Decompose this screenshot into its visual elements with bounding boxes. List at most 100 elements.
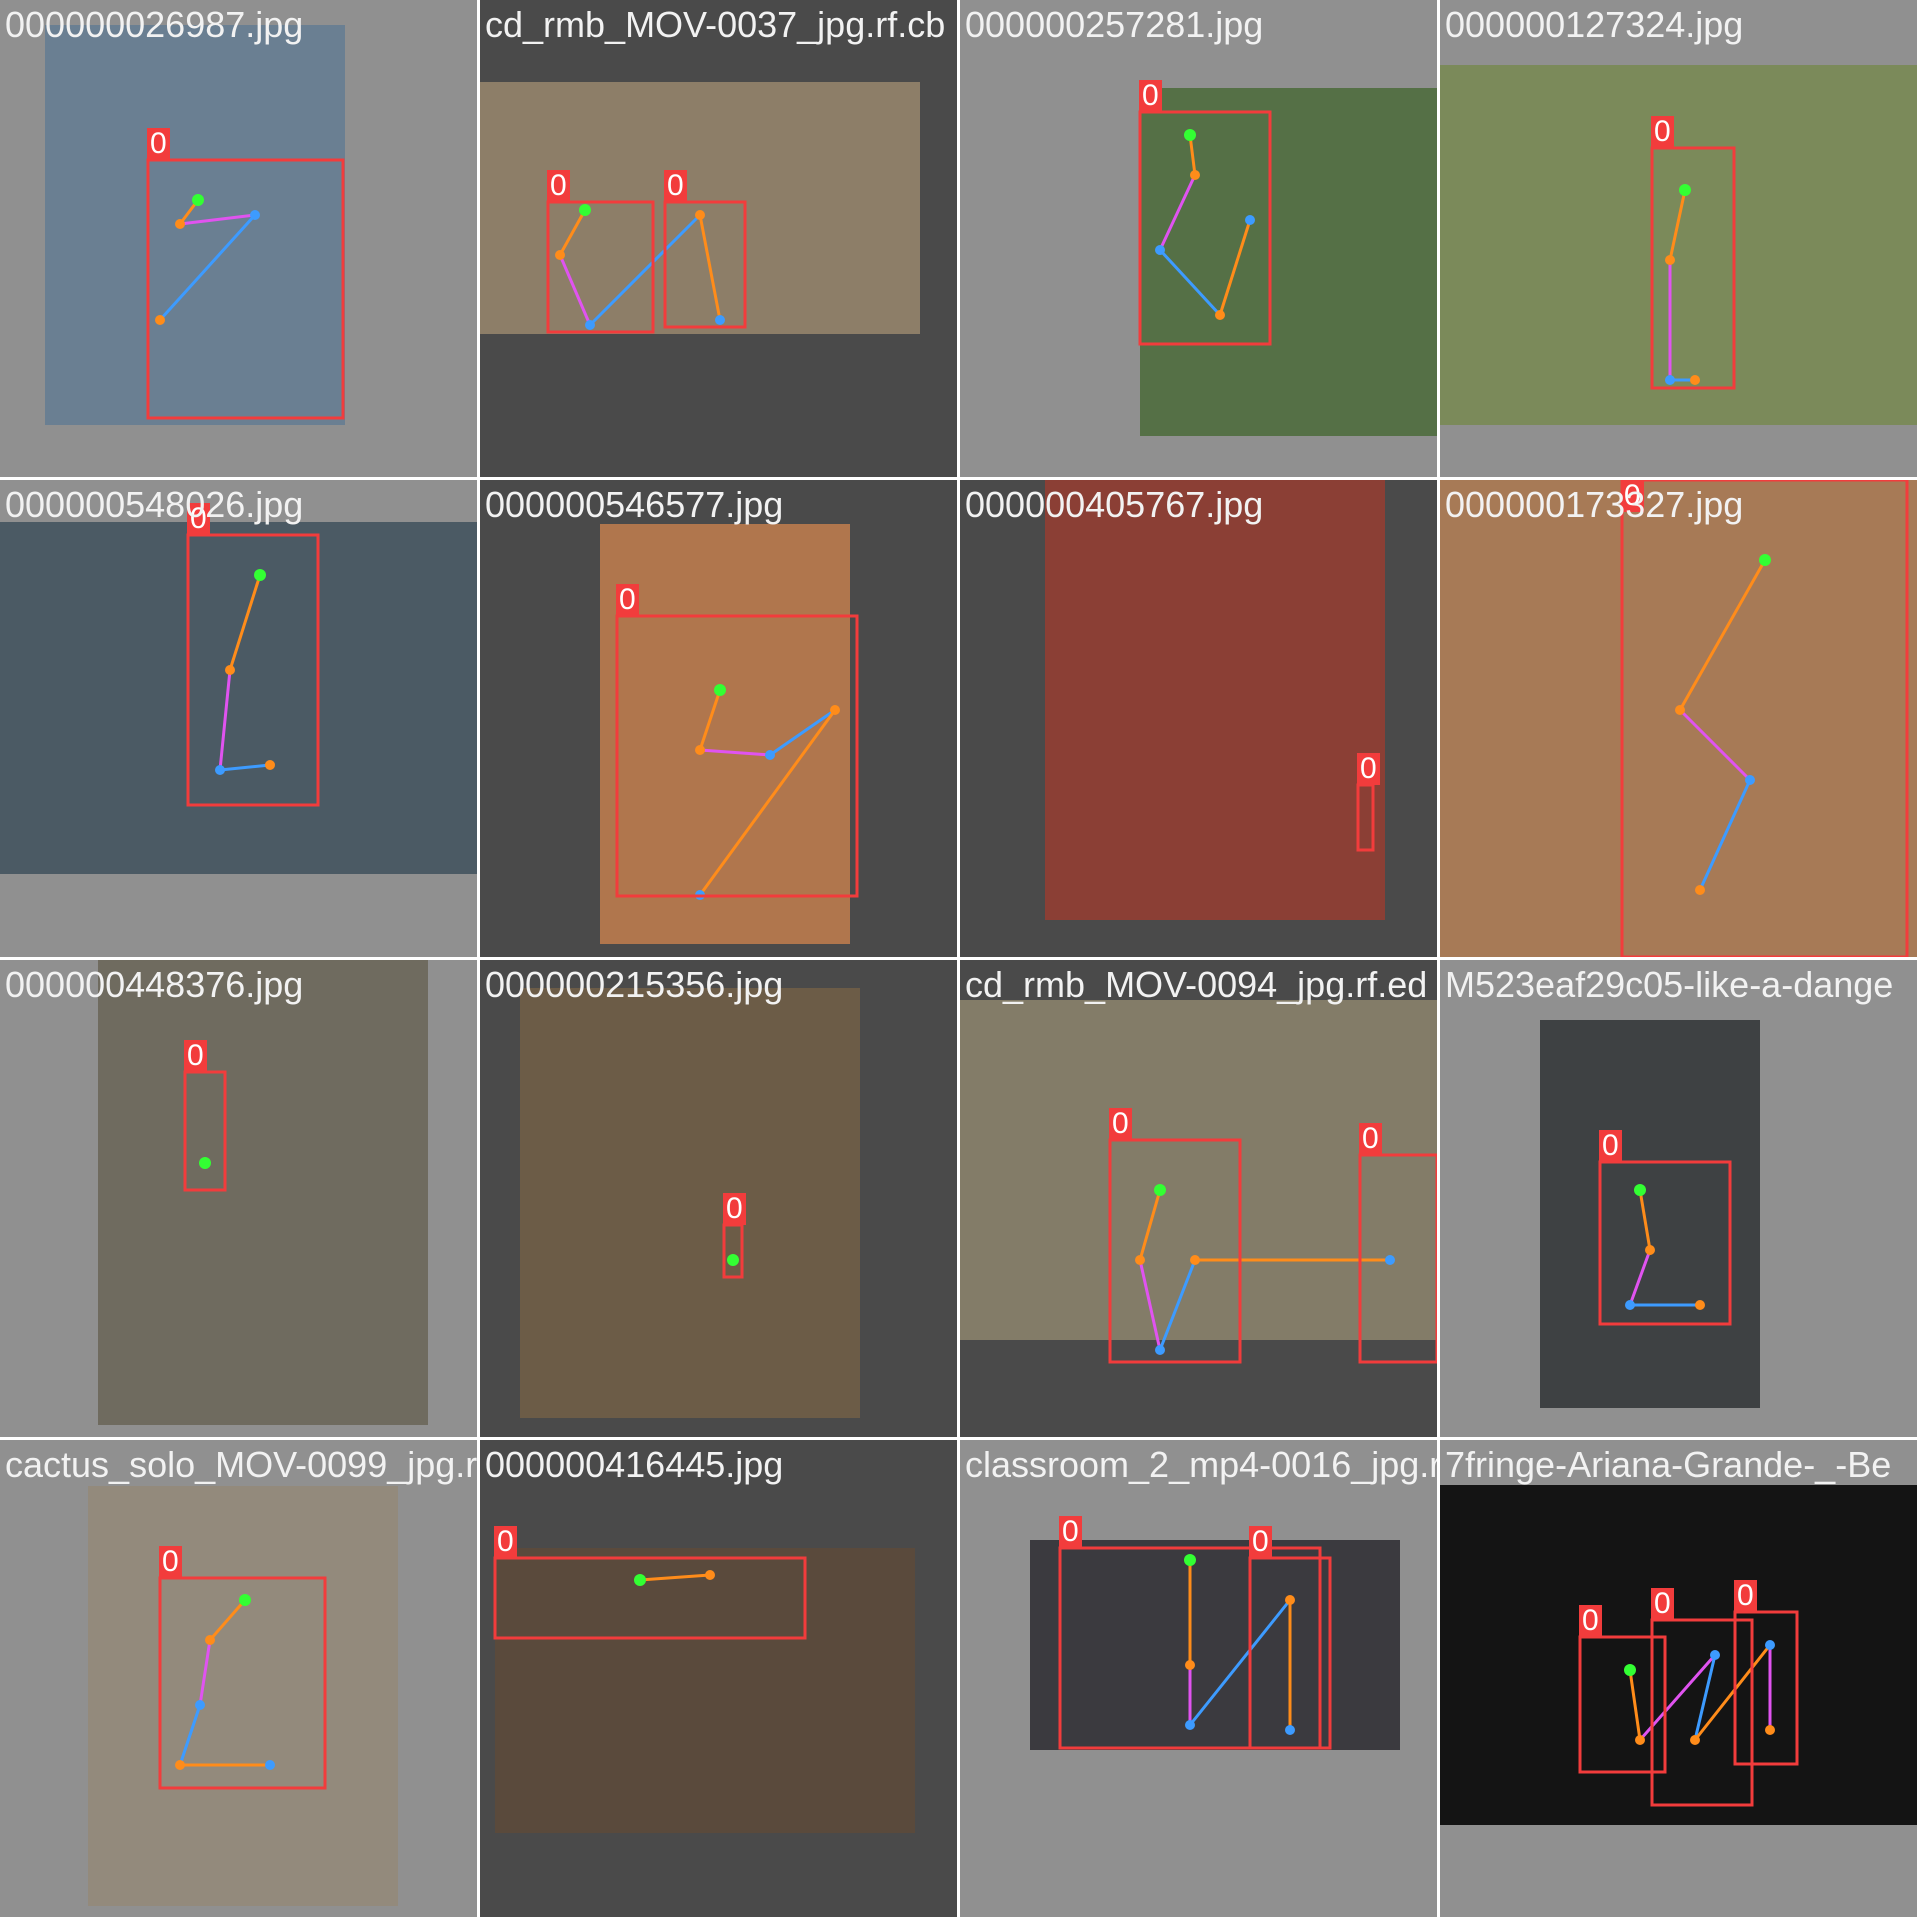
keypoint xyxy=(195,1700,205,1710)
tile-canvas xyxy=(1138,88,1437,436)
class-label-tag: 0 xyxy=(147,128,170,160)
keypoint xyxy=(1645,1245,1655,1255)
class-label-tag: 0 xyxy=(547,170,570,202)
keypoint xyxy=(265,760,275,770)
keypoint xyxy=(1675,705,1685,715)
class-label-tag: 0 xyxy=(1734,1580,1757,1612)
keypoint xyxy=(1155,245,1165,255)
tile-photo xyxy=(98,960,428,1425)
tile-canvas xyxy=(88,1486,398,1906)
keypoint xyxy=(714,684,726,696)
mosaic-tile: 0 000000416445.jpg xyxy=(480,1440,957,1917)
class-label-tag: 0 xyxy=(1357,753,1380,785)
keypoint xyxy=(239,1594,251,1606)
tile-photo xyxy=(960,1000,1437,1340)
class-label-tag: 0 xyxy=(184,1040,207,1072)
keypoint xyxy=(765,750,775,760)
tile-canvas xyxy=(0,522,477,874)
keypoint xyxy=(250,210,260,220)
mosaic-tile: 0 000000548026.jpg xyxy=(0,480,477,957)
mosaic-tile: 0 0 cd_rmb_MOV-0094_jpg.rf.ed xyxy=(960,960,1437,1437)
keypoint xyxy=(1185,1660,1195,1670)
keypoint xyxy=(1135,1255,1145,1265)
mosaic-tile: 0 0 cd_rmb_MOV-0037_jpg.rf.cb xyxy=(480,0,957,477)
tile-canvas xyxy=(1440,65,1917,425)
mosaic-tile: 0 000000127324.jpg xyxy=(1440,0,1917,477)
keypoint xyxy=(1625,1300,1635,1310)
class-label-tag: 0 xyxy=(616,584,639,616)
keypoint xyxy=(555,250,565,260)
keypoint xyxy=(1385,1255,1395,1265)
mosaic-tile: 0 000000173327.jpg xyxy=(1440,480,1917,957)
class-label-tag: 0 xyxy=(664,170,687,202)
keypoint xyxy=(155,315,165,325)
keypoint xyxy=(1690,375,1700,385)
tile-canvas xyxy=(45,25,345,425)
tile-photo xyxy=(1440,480,1917,957)
class-label-tag: 0 xyxy=(723,1193,746,1225)
class-label-tag: 0 xyxy=(1621,480,1644,512)
keypoint xyxy=(715,315,725,325)
keypoint xyxy=(1190,170,1200,180)
mosaic-tile: 0 000000448376.jpg xyxy=(0,960,477,1437)
tile-photo xyxy=(88,1486,398,1906)
keypoint xyxy=(199,1157,211,1169)
keypoint xyxy=(1634,1184,1646,1196)
mosaic-tile: 0 cactus_solo_MOV-0099_jpg.rf xyxy=(0,1440,477,1917)
class-label-tag: 0 xyxy=(1579,1605,1602,1637)
tile-photo xyxy=(495,1548,915,1833)
keypoint xyxy=(175,1760,185,1770)
tile-photo xyxy=(1440,1485,1917,1825)
keypoint xyxy=(1154,1184,1166,1196)
keypoint xyxy=(1245,215,1255,225)
tile-photo xyxy=(1540,1020,1760,1408)
keypoint xyxy=(1285,1595,1295,1605)
keypoint xyxy=(1710,1650,1720,1660)
keypoint xyxy=(695,210,705,220)
keypoint xyxy=(1285,1725,1295,1735)
tile-photo xyxy=(1440,65,1917,425)
keypoint xyxy=(1185,1720,1195,1730)
keypoint xyxy=(1635,1735,1645,1745)
keypoint xyxy=(1695,1300,1705,1310)
tile-photo xyxy=(520,988,860,1418)
tile-canvas xyxy=(1045,480,1385,920)
tile-canvas xyxy=(1440,1485,1917,1825)
tile-photo xyxy=(1045,480,1385,920)
class-label-tag: 0 xyxy=(1249,1526,1272,1558)
class-label-tag: 0 xyxy=(159,1546,182,1578)
keypoint xyxy=(1665,255,1675,265)
keypoint xyxy=(1665,375,1675,385)
class-label-tag: 0 xyxy=(1651,116,1674,148)
keypoint xyxy=(1184,129,1196,141)
keypoint xyxy=(830,705,840,715)
tile-photo xyxy=(480,82,920,334)
keypoint xyxy=(1759,554,1771,566)
tile-canvas xyxy=(960,1000,1437,1364)
keypoint xyxy=(695,745,705,755)
keypoint xyxy=(585,320,595,330)
tile-photo xyxy=(45,25,345,425)
mosaic-tile: 0 000000405767.jpg xyxy=(960,480,1437,957)
keypoint xyxy=(1624,1664,1636,1676)
mosaic-tile: 0 000000215356.jpg xyxy=(480,960,957,1437)
tile-photo xyxy=(1140,88,1437,436)
keypoint xyxy=(634,1574,646,1586)
tile-canvas xyxy=(1540,1020,1760,1408)
class-label-tag: 0 xyxy=(187,503,210,535)
keypoint xyxy=(727,1254,739,1266)
class-label-tag: 0 xyxy=(1059,1516,1082,1548)
tile-photo xyxy=(0,522,477,874)
class-label-tag: 0 xyxy=(1139,80,1162,112)
mosaic-tile: 0 000000026987.jpg xyxy=(0,0,477,477)
keypoint xyxy=(1190,1255,1200,1265)
tile-canvas xyxy=(480,82,920,334)
keypoint xyxy=(1695,885,1705,895)
keypoint xyxy=(1765,1640,1775,1650)
keypoint xyxy=(1215,310,1225,320)
class-label-tag: 0 xyxy=(1109,1108,1132,1140)
mosaic-tile: 0 0 classroom_2_mp4-0016_jpg.rf xyxy=(960,1440,1437,1917)
tile-canvas xyxy=(520,988,860,1418)
class-label-tag: 0 xyxy=(1651,1588,1674,1620)
tile-canvas xyxy=(600,524,859,944)
